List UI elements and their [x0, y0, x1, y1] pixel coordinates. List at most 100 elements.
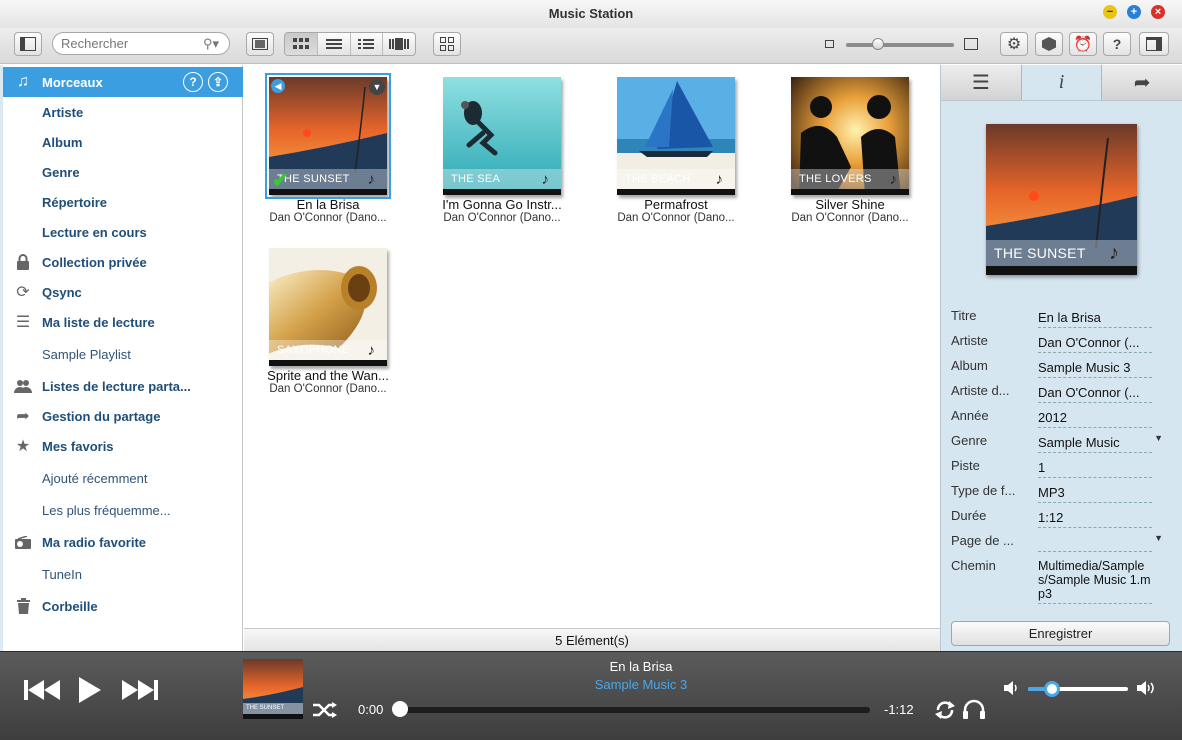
previous-track-icon[interactable] [24, 679, 60, 701]
app-center-button[interactable] [1035, 32, 1063, 56]
track-tile[interactable]: SAXOPHONE ♪ Sprite and the Wan... Dan O'… [244, 236, 396, 396]
tab-info[interactable]: i [1021, 65, 1103, 100]
tile-menu-button[interactable]: ▼ [369, 79, 385, 95]
title-field[interactable]: En la Brisa [1038, 310, 1152, 328]
tab-share[interactable]: ➦ [1102, 65, 1182, 100]
track-title: En la Brisa [296, 197, 360, 212]
detail-list-icon [358, 39, 375, 49]
next-track-icon[interactable] [122, 679, 158, 701]
volume-high-icon[interactable] [1137, 680, 1157, 696]
multi-select-button[interactable] [433, 32, 461, 56]
shuffle-icon[interactable] [313, 702, 337, 718]
code-page-select[interactable] [1038, 535, 1152, 552]
track-number-field[interactable]: 1 [1038, 460, 1152, 478]
sidebar-item-ma-radio-favorite[interactable]: Ma radio favorite [3, 527, 243, 557]
info-row-year: Année 2012 [951, 408, 1175, 433]
sidebar-item-ma-liste-de-lecture[interactable]: ☰ Ma liste de lecture [3, 307, 243, 337]
album-cover-large: THE SUNSET ♪ [986, 124, 1137, 275]
year-field[interactable]: 2012 [1038, 410, 1152, 428]
track-title: Sprite and the Wan... [267, 368, 389, 383]
progress-handle[interactable] [392, 701, 408, 717]
album-cover: SAXOPHONE ♪ [269, 248, 387, 366]
genre-select[interactable]: Sample Music [1038, 435, 1152, 453]
now-playing-album[interactable]: Sample Music 3 [490, 677, 792, 692]
sidebar-item-morceaux[interactable]: ♫ Morceaux ? ⇪ [3, 67, 243, 97]
info-panel-tabs: ☰ i ➦ [941, 65, 1182, 101]
info-label: Artiste d... [951, 383, 1010, 398]
sidebar-item-mes-favoris[interactable]: ★ Mes favoris [3, 431, 243, 461]
share-icon: ➦ [16, 408, 30, 425]
music-note-icon: ♫ [17, 73, 29, 90]
sidebar-item-genre[interactable]: Genre [3, 157, 243, 187]
sidebar-item-listes-partagees[interactable]: Listes de lecture parta... [3, 371, 243, 401]
duration-value: 1:12 [1038, 510, 1152, 528]
sidebar-item-sample-playlist[interactable]: Sample Playlist [3, 339, 243, 369]
alarm-button[interactable]: ⏰ [1069, 32, 1097, 56]
sidebar-item-qsync[interactable]: ⟳ Qsync [3, 277, 243, 307]
tab-playlist[interactable]: ☰ [941, 65, 1022, 100]
list-view-button[interactable] [318, 33, 351, 55]
zoom-slider-handle[interactable] [872, 38, 885, 50]
repeat-icon[interactable] [934, 699, 956, 721]
sidebar-item-corbeille[interactable]: Corbeille [3, 591, 243, 621]
playlist-icon: ☰ [15, 314, 31, 331]
sidebar-item-album[interactable]: Album [3, 127, 243, 157]
item-count-bar: 5 Elément(s) [244, 628, 940, 651]
speaker-icon: ◀ [271, 79, 285, 93]
elapsed-time: 0:00 [358, 702, 384, 717]
track-artist: Dan O'Connor (Dano... [269, 212, 387, 224]
album-artist-field[interactable]: Dan O'Connor (... [1038, 385, 1152, 403]
progress-bar[interactable] [400, 707, 870, 713]
track-tile[interactable]: THE BEACH ♪ Permafrost Dan O'Connor (Dan… [592, 65, 744, 225]
headphones-icon[interactable] [962, 698, 986, 720]
cover-footer-bar [443, 189, 561, 195]
browse-mode-button[interactable] [246, 32, 274, 56]
detail-list-view-button[interactable] [351, 33, 384, 55]
cover-flow-view-button[interactable] [383, 33, 415, 55]
save-button[interactable]: Enregistrer [951, 621, 1170, 646]
sidebar-item-collection-privee[interactable]: Collection privée [3, 247, 243, 277]
toggle-sidebar-button[interactable] [14, 32, 42, 56]
sidebar-item-lecture-en-cours[interactable]: Lecture en cours [3, 217, 243, 247]
settings-button[interactable]: ⚙ [1000, 32, 1028, 56]
checkmark-icon[interactable]: ✔ [272, 168, 289, 193]
box-icon [1042, 37, 1056, 51]
gear-icon: ⚙ [1006, 36, 1022, 53]
remaining-time: -1:12 [884, 702, 914, 717]
volume-handle[interactable] [1044, 681, 1060, 697]
track-tile[interactable]: THE LOVERS ♪ Silver Shine Dan O'Connor (… [766, 65, 918, 225]
zoom-slider[interactable] [846, 43, 954, 47]
sidebar-item-gestion-du-partage[interactable]: ➦ Gestion du partage [3, 401, 243, 431]
sidebar-item-tunein[interactable]: TuneIn [3, 559, 243, 589]
now-playing-cover[interactable]: THE SUNSET [243, 659, 303, 719]
sync-icon: ⟳ [16, 284, 30, 301]
chevron-down-icon[interactable]: ▼ [1154, 533, 1163, 543]
music-station-window: Music Station − + × ⚲▾ [0, 0, 1182, 740]
help-circle-icon[interactable]: ? [183, 72, 203, 92]
album-field[interactable]: Sample Music 3 [1038, 360, 1152, 378]
sidebar-item-artiste[interactable]: Artiste [3, 97, 243, 127]
close-button[interactable]: × [1151, 5, 1165, 19]
album-cover: THE SEA ♪ [443, 77, 561, 195]
toggle-info-panel-button[interactable] [1139, 32, 1169, 56]
chevron-down-icon[interactable]: ▼ [1154, 433, 1163, 443]
minimize-button[interactable]: − [1103, 5, 1117, 19]
track-tile[interactable]: THE SUNSET ♪ ◀ ▼ ✔ En la Brisa Dan O'Con… [244, 65, 396, 225]
sidebar-item-les-plus-frequemment[interactable]: Les plus fréquemme... [3, 495, 243, 525]
track-title: Silver Shine [815, 197, 885, 212]
upload-icon[interactable]: ⇪ [208, 72, 228, 92]
search-icon[interactable]: ⚲▾ [203, 36, 219, 52]
artist-field[interactable]: Dan O'Connor (... [1038, 335, 1152, 353]
help-icon: ? [1112, 36, 1122, 52]
track-tile[interactable]: THE SEA ♪ I'm Gonna Go Instr... Dan O'Co… [418, 65, 570, 225]
info-row-duration: Durée 1:12 [951, 508, 1175, 533]
volume-low-icon[interactable] [1004, 681, 1018, 695]
help-button[interactable]: ? [1103, 32, 1131, 56]
cover-footer-bar [269, 360, 387, 366]
sidebar-item-repertoire[interactable]: Répertoire [3, 187, 243, 217]
play-icon[interactable] [78, 676, 102, 704]
thumbnail-view-button[interactable] [285, 33, 318, 55]
track-artist: Dan O'Connor (Dano... [443, 212, 561, 224]
sidebar-item-ajoute-recemment[interactable]: Ajouté récemment [3, 463, 243, 493]
maximize-button[interactable]: + [1127, 5, 1141, 19]
